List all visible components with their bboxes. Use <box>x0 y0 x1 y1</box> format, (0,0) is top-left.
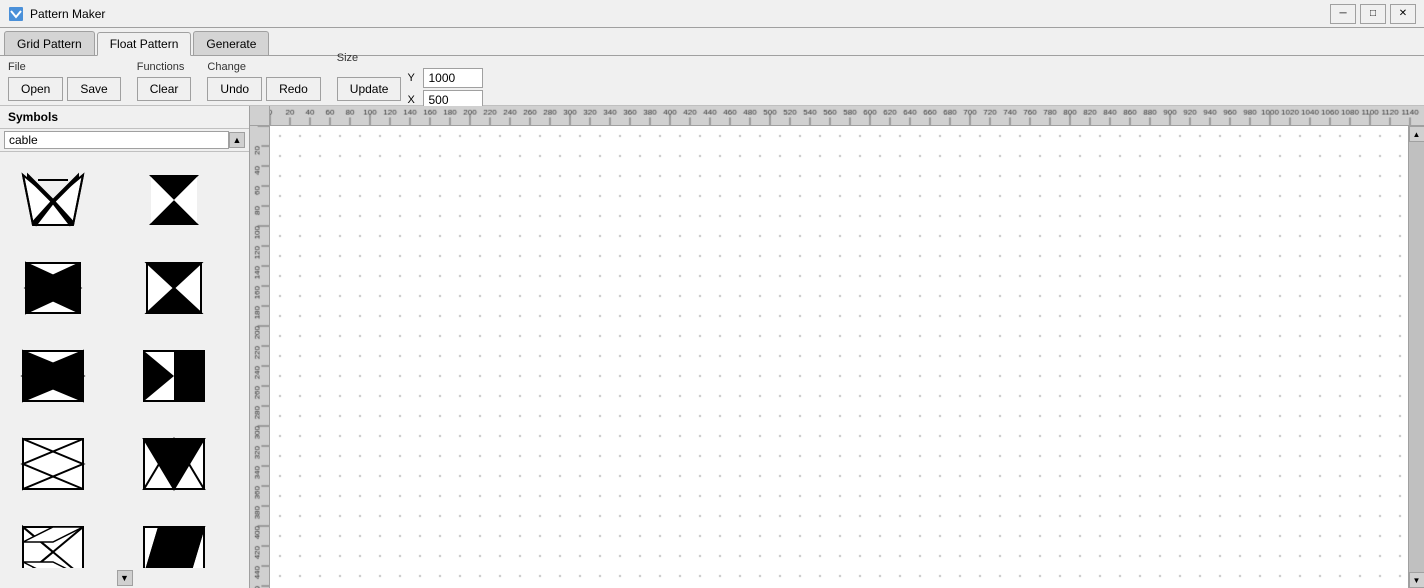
close-button[interactable]: ✕ <box>1390 4 1416 24</box>
functions-section: Functions Clear <box>137 61 192 101</box>
app-title: Pattern Maker <box>30 7 105 21</box>
file-label: File <box>8 61 121 73</box>
size-section: Size Update Y X <box>337 52 484 110</box>
change-section: Change Undo Redo <box>207 61 320 101</box>
toolbar: File Open Save Functions Clear Change Un… <box>0 56 1424 106</box>
scroll-down-button[interactable]: ▼ <box>1409 572 1424 588</box>
file-section: File Open Save <box>8 61 121 101</box>
vertical-scrollbar[interactable]: ▲ ▼ <box>1408 126 1424 588</box>
tab-generate[interactable]: Generate <box>193 31 269 55</box>
symbol-item-1[interactable] <box>8 160 98 240</box>
change-label: Change <box>207 61 320 73</box>
app-container: Grid Pattern Float Pattern Generate File… <box>0 28 1424 588</box>
canvas-row: ▲ ▼ <box>250 126 1424 588</box>
ruler-left <box>250 126 270 588</box>
x-label: X <box>407 94 419 106</box>
symbol-filter-input[interactable] <box>4 131 229 149</box>
functions-label: Functions <box>137 61 192 73</box>
maximize-button[interactable]: □ <box>1360 4 1386 24</box>
symbol-item-8[interactable] <box>129 424 219 504</box>
content-area: Symbols ▲ <box>0 106 1424 588</box>
ruler-top <box>270 106 1424 126</box>
canvas-scroll[interactable] <box>270 126 1408 588</box>
scroll-up-arrow[interactable]: ▲ <box>229 132 245 148</box>
open-button[interactable]: Open <box>8 77 63 101</box>
redo-button[interactable]: Redo <box>266 77 321 101</box>
app-icon <box>8 6 24 22</box>
undo-button[interactable]: Undo <box>207 77 262 101</box>
symbol-item-10[interactable] <box>129 512 219 568</box>
symbol-item-5[interactable] <box>8 336 98 416</box>
symbol-item-7[interactable] <box>8 424 98 504</box>
symbol-item-2[interactable] <box>129 160 219 240</box>
symbol-item-6[interactable] <box>129 336 219 416</box>
symbol-item-9[interactable] <box>8 512 98 568</box>
main-canvas[interactable] <box>270 126 1408 588</box>
window-controls: ─ □ ✕ <box>1330 4 1416 24</box>
save-button[interactable]: Save <box>67 77 120 101</box>
symbol-item-3[interactable] <box>8 248 98 328</box>
minimize-button[interactable]: ─ <box>1330 4 1356 24</box>
symbols-header: Symbols <box>0 106 249 129</box>
ruler-corner <box>250 106 270 126</box>
scroll-down-arrow[interactable]: ▼ <box>117 570 133 586</box>
clear-button[interactable]: Clear <box>137 77 192 101</box>
filter-line: ▲ <box>0 129 249 152</box>
symbol-item-4[interactable] <box>129 248 219 328</box>
y-label: Y <box>407 72 419 84</box>
ruler-container <box>250 106 1424 126</box>
tab-float-pattern[interactable]: Float Pattern <box>97 32 192 56</box>
y-input[interactable] <box>423 68 483 88</box>
update-button[interactable]: Update <box>337 77 402 101</box>
tab-bar: Grid Pattern Float Pattern Generate <box>0 28 1424 56</box>
left-panel: Symbols ▲ <box>0 106 250 588</box>
symbols-grid <box>0 152 249 568</box>
scroll-track[interactable] <box>1409 142 1424 572</box>
title-bar: Pattern Maker ─ □ ✕ <box>0 0 1424 28</box>
tab-grid-pattern[interactable]: Grid Pattern <box>4 31 95 55</box>
scroll-up-button[interactable]: ▲ <box>1409 126 1424 142</box>
symbols-scroll[interactable] <box>0 152 249 568</box>
size-label: Size <box>337 52 484 64</box>
canvas-area: ▲ ▼ <box>250 106 1424 588</box>
size-inputs: Y X <box>407 68 483 110</box>
